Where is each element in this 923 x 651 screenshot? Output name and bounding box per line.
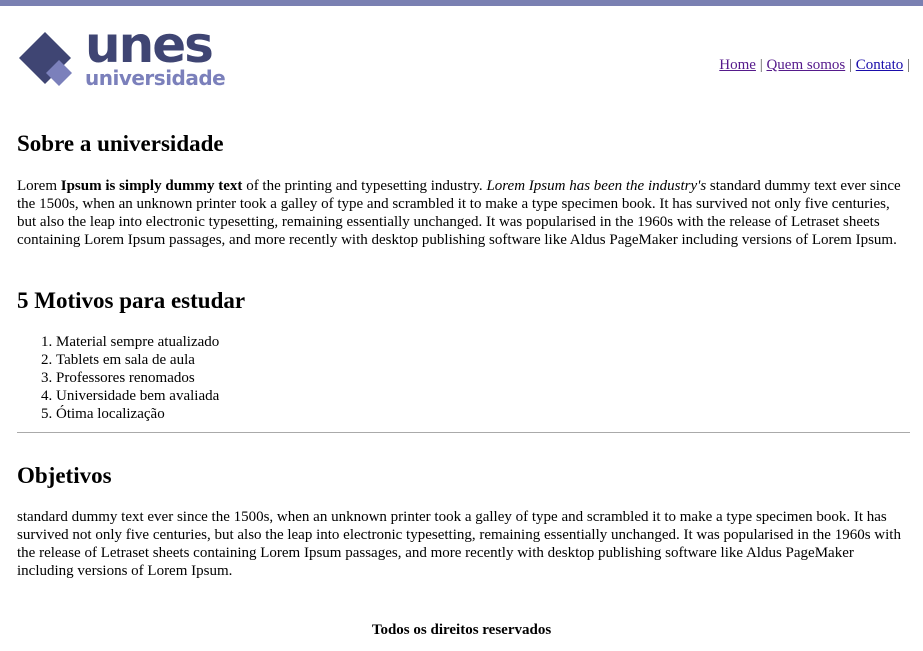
header: unes universidade Home | Quem somos | Co… <box>0 6 923 106</box>
about-text-mid: of the printing and typesetting industry… <box>242 178 487 194</box>
logo-diamond-icon <box>19 32 72 86</box>
logo-subtitle: universidade <box>85 66 226 90</box>
about-text-bold: Ipsum is simply dummy text <box>60 178 243 194</box>
nav-separator: | <box>759 57 763 73</box>
about-heading: Sobre a universidade <box>17 131 224 156</box>
about-text-italic: Lorem Ipsum has been the industry's <box>486 178 707 194</box>
list-item: Material sempre atualizado <box>56 333 219 351</box>
logo-wordmark: unes <box>85 16 214 74</box>
list-item: Tablets em sala de aula <box>56 351 219 369</box>
nav-link-contato[interactable]: Contato <box>856 57 904 73</box>
about-paragraph: Lorem Ipsum is simply dummy text of the … <box>17 177 907 249</box>
reasons-heading: 5 Motivos para estudar <box>17 288 246 313</box>
list-item: Professores renomados <box>56 369 219 387</box>
objectives-heading: Objetivos <box>17 463 112 488</box>
reasons-list: Material sempre atualizado Tablets em sa… <box>17 333 219 423</box>
main-nav: Home | Quem somos | Contato | <box>719 57 910 74</box>
list-item: Ótima localização <box>56 405 219 423</box>
nav-link-home[interactable]: Home <box>719 57 756 73</box>
section-divider <box>17 432 910 433</box>
list-item: Universidade bem avaliada <box>56 387 219 405</box>
objectives-paragraph: standard dummy text ever since the 1500s… <box>17 509 901 579</box>
nav-separator: | <box>906 57 910 73</box>
nav-link-quem-somos[interactable]: Quem somos <box>766 57 845 73</box>
nav-separator: | <box>848 57 852 73</box>
logo: unes universidade <box>17 20 232 92</box>
footer-copyright: Todos os direitos reservados <box>371 622 552 638</box>
about-text-lead: Lorem <box>17 178 61 194</box>
